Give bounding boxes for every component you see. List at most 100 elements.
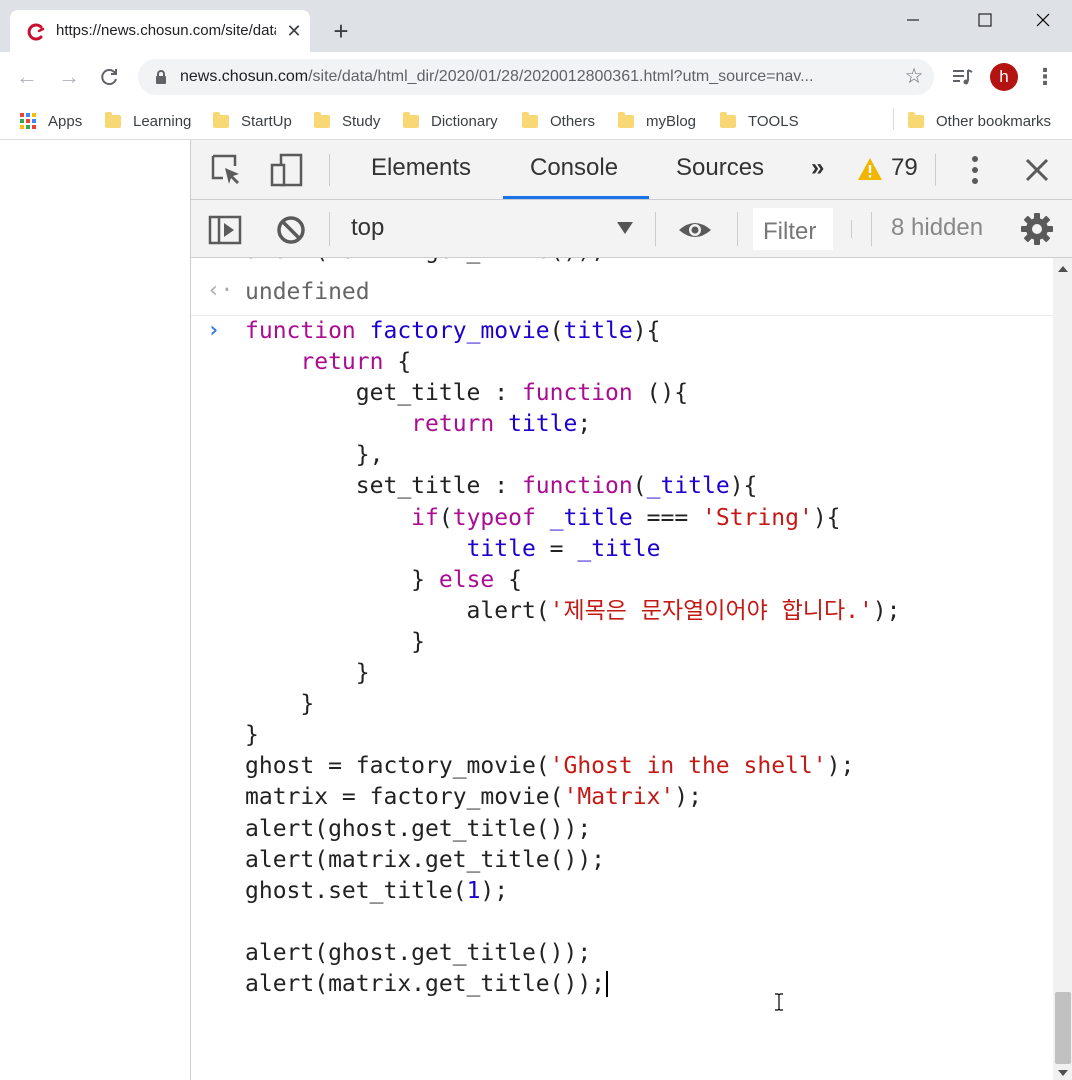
- address-bar[interactable]: news.chosun.com/site/data/html_dir/2020/…: [138, 59, 934, 95]
- maximize-button[interactable]: [970, 8, 1000, 32]
- tab-console[interactable]: Console: [530, 154, 618, 186]
- hidden-messages-count[interactable]: 8 hidden: [891, 214, 983, 242]
- code-token: _title: [577, 535, 661, 562]
- tab-sources[interactable]: Sources: [676, 154, 764, 186]
- folder-icon: [213, 111, 229, 128]
- window-close-button[interactable]: [1028, 8, 1058, 32]
- result-arrow-icon: ‹·: [207, 278, 234, 303]
- code-token: title: [466, 535, 536, 562]
- code-token: function: [521, 473, 633, 500]
- filter-input[interactable]: Filter: [753, 208, 833, 250]
- code-token: =: [535, 535, 578, 562]
- media-controls-icon[interactable]: [950, 65, 974, 89]
- code-token: function: [245, 318, 356, 344]
- text-caret: [606, 971, 609, 998]
- console-settings-gear-icon[interactable]: [1019, 211, 1055, 247]
- bookmark-dictionary[interactable]: Dictionary: [403, 110, 498, 132]
- profile-avatar[interactable]: h: [990, 63, 1018, 91]
- code-token: else: [438, 566, 495, 593]
- bookmark-tools[interactable]: TOOLS: [720, 110, 799, 132]
- tab-elements[interactable]: Elements: [371, 154, 471, 186]
- code-token: _title: [549, 504, 633, 531]
- code-token: _title: [646, 473, 730, 500]
- console-output[interactable]: alert(matrix.get_title()); ‹· undefined …: [191, 258, 1053, 1080]
- code-token: typeof: [452, 504, 536, 531]
- bookmark-startup[interactable]: StartUp: [213, 110, 292, 132]
- browser-menu-icon[interactable]: ⋮: [1034, 64, 1056, 90]
- code-line: return title;: [245, 409, 1045, 440]
- devtools-close-icon[interactable]: [1019, 152, 1055, 188]
- code-line: alert('제목은 문자열이어야 합니다.');: [245, 596, 1045, 627]
- devtools-menu-icon[interactable]: [957, 152, 993, 188]
- code-token: );: [480, 877, 509, 904]
- console-code-editor[interactable]: function factory_movie(title){ return { …: [245, 316, 1045, 1000]
- show-sidebar-icon[interactable]: [207, 212, 243, 248]
- bookmark-label: Others: [550, 112, 596, 130]
- toolbar-divider: [329, 154, 330, 186]
- code-token: if: [411, 504, 439, 531]
- code-token: set_title :: [245, 473, 522, 500]
- code-line: alert(matrix.get_title());: [245, 969, 1045, 1000]
- code-token: 'String': [702, 504, 813, 531]
- bookmark-myblog[interactable]: myBlog: [618, 110, 696, 132]
- code-token: return: [411, 411, 495, 438]
- context-dropdown-arrow-icon[interactable]: [617, 222, 633, 234]
- code-line: ghost.set_title(1);: [245, 876, 1045, 907]
- text-cursor-ibeam-icon: [775, 993, 783, 1011]
- toolbar-divider: [935, 154, 936, 186]
- live-expression-eye-icon[interactable]: [677, 212, 713, 248]
- folder-icon: [403, 111, 419, 128]
- code-token: 'Matrix': [563, 784, 675, 811]
- code-token: {: [494, 566, 522, 593]
- more-tabs-chevron-icon[interactable]: »: [811, 154, 824, 186]
- scroll-thumb[interactable]: [1055, 992, 1071, 1064]
- console-scrollbar[interactable]: [1053, 258, 1072, 1080]
- back-button[interactable]: ←: [14, 64, 40, 90]
- scroll-down-arrow-icon[interactable]: [1058, 1070, 1068, 1076]
- warning-count[interactable]: 79: [891, 154, 918, 182]
- bookmarks-divider: [893, 108, 894, 130]
- code-token: alert(ghost.get_title());: [245, 815, 592, 842]
- clear-console-icon[interactable]: [273, 212, 309, 248]
- bookmark-label: Other bookmarks: [936, 112, 1052, 130]
- device-toolbar-icon[interactable]: [269, 152, 305, 188]
- code-token: (: [549, 318, 564, 344]
- code-line: alert(ghost.get_title());: [245, 814, 1045, 845]
- code-token: ){: [729, 473, 758, 500]
- scroll-up-arrow-icon[interactable]: [1058, 266, 1068, 272]
- minimize-button[interactable]: [898, 8, 928, 32]
- bookmark-other-bookmarks[interactable]: Other bookmarks: [908, 110, 1051, 132]
- code-token: );: [674, 784, 702, 811]
- url-path: /site/data/html_dir/2020/01/28/202001280…: [308, 68, 814, 85]
- bookmark-star-icon[interactable]: ☆: [902, 65, 926, 89]
- bookmark-label: TOOLS: [748, 112, 799, 130]
- chosun-favicon-icon: [27, 23, 45, 41]
- code-line: },: [245, 440, 1045, 471]
- code-token: ){: [632, 318, 661, 344]
- toolbar-divider: [851, 220, 852, 238]
- bookmark-learning[interactable]: Learning: [105, 110, 191, 132]
- bookmark-apps[interactable]: Apps: [20, 110, 82, 132]
- code-token: get_title :: [245, 380, 522, 407]
- console-partial-line: alert(matrix.get_title());: [191, 258, 1053, 268]
- bookmark-label: Apps: [48, 112, 83, 130]
- code-token: }: [245, 722, 259, 749]
- code-token: factory_movie: [369, 318, 550, 344]
- code-token: alert(ghost.get_title());: [245, 939, 592, 966]
- code-token: function: [521, 380, 633, 407]
- warning-icon[interactable]: [857, 156, 883, 182]
- context-selector[interactable]: top: [351, 214, 384, 242]
- new-tab-button[interactable]: +: [328, 18, 354, 44]
- code-line: } else {: [245, 565, 1045, 596]
- bookmark-study[interactable]: Study: [314, 110, 380, 132]
- reload-button[interactable]: [96, 64, 122, 90]
- bookmark-others[interactable]: Others: [522, 110, 595, 132]
- forward-button[interactable]: →: [56, 64, 82, 90]
- inspect-element-icon[interactable]: [209, 152, 245, 188]
- tab-close-icon[interactable]: ✕: [284, 21, 304, 41]
- browser-tab[interactable]: https://news.chosun.com/site/data ✕: [10, 10, 310, 52]
